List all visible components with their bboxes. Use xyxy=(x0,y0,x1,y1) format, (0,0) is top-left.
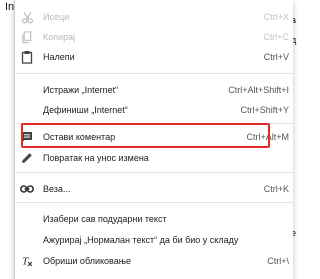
menu-item-label: Дефиниши „Internet“ xyxy=(43,105,128,115)
menu-item-link[interactable]: Веза... Ctrl+K xyxy=(15,178,293,200)
copy-icon xyxy=(19,29,35,45)
menu-item-label: Налепи xyxy=(43,52,75,62)
menu-item-label: Повратак на унос измена xyxy=(43,153,149,163)
menu-separator xyxy=(15,73,293,74)
menu-item-define[interactable]: Дефиниши „Internet“ Ctrl+Shift+Y xyxy=(15,99,293,121)
menu-item-select-matching[interactable]: Изабери сав подударни текст xyxy=(15,208,293,230)
menu-item-shortcut: Ctrl+\ xyxy=(267,256,289,266)
link-icon xyxy=(19,181,35,197)
scissors-icon xyxy=(19,9,35,25)
menu-item-shortcut: Ctrl+X xyxy=(263,12,289,22)
menu-item-suggesting[interactable]: Повратак на унос измена xyxy=(15,147,293,169)
menu-item-research[interactable]: Истражи „Internet“ Ctrl+Alt+Shift+I xyxy=(15,79,293,101)
menu-item-label: Веза... xyxy=(43,184,71,194)
menu-item-label: Истражи „Internet“ xyxy=(43,85,119,95)
menu-item-label: Обриши обликовање xyxy=(43,256,132,266)
clear-formatting-icon: T xyxy=(19,253,35,269)
menu-item-shortcut: Ctrl+K xyxy=(263,184,289,194)
menu-item-shortcut: Ctrl+Alt+Shift+I xyxy=(228,85,289,95)
menu-item-shortcut: Ctrl+Shift+Y xyxy=(240,105,289,115)
menu-item-update-style[interactable]: Ажурирај „Нормалан текст“ да би био у ск… xyxy=(15,229,293,251)
menu-item-shortcut: Ctrl+C xyxy=(263,32,289,42)
menu-item-label: Исеци xyxy=(43,12,70,22)
menu-item-shortcut: Ctrl+V xyxy=(263,52,289,62)
menu-item-label: Копирај xyxy=(43,32,76,42)
menu-item-paste[interactable]: Налепи Ctrl+V xyxy=(15,46,293,68)
menu-item-cut[interactable]: Исеци Ctrl+X xyxy=(15,6,293,28)
pencil-icon xyxy=(19,150,35,166)
paste-icon xyxy=(19,49,35,65)
highlight-box xyxy=(21,123,270,148)
menu-separator xyxy=(15,172,293,173)
menu-item-label: Ажурирај „Нормалан текст“ да би био у ск… xyxy=(43,235,239,245)
menu-item-clear-formatting[interactable]: T Обриши обликовање Ctrl+\ xyxy=(15,250,293,272)
menu-separator xyxy=(15,202,293,203)
menu-item-copy[interactable]: Копирај Ctrl+C xyxy=(15,26,293,48)
menu-item-label: Изабери сав подударни текст xyxy=(43,214,167,224)
